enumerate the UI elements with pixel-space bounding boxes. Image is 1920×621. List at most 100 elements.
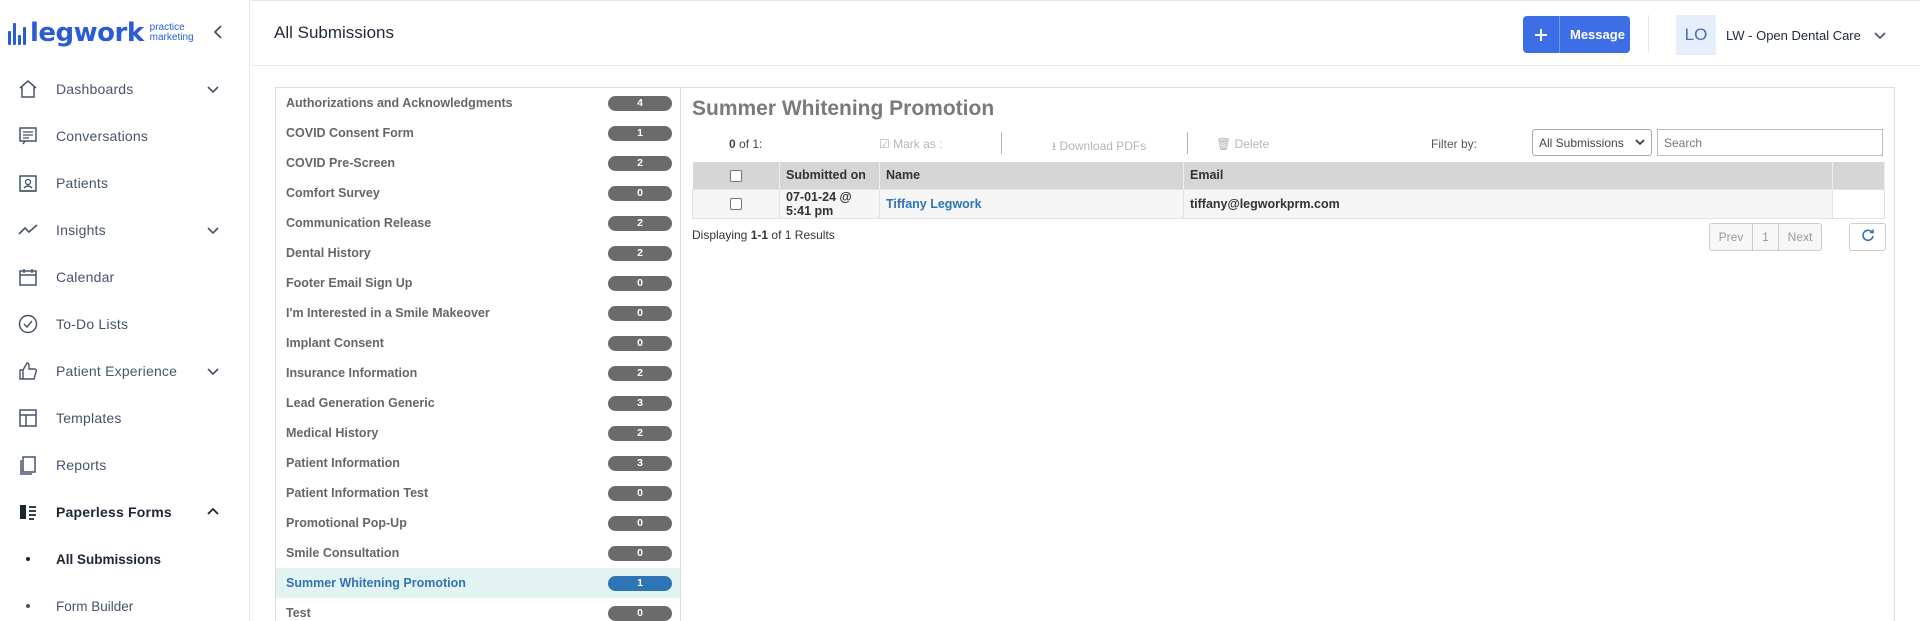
form-count-badge: 0 bbox=[608, 305, 672, 321]
sidebar-item-patient-experience[interactable]: Patient Experience bbox=[0, 351, 249, 391]
form-name: COVID Consent Form bbox=[286, 126, 414, 140]
sidebar-item-templates[interactable]: Templates bbox=[0, 398, 249, 438]
form-list-item[interactable]: Implant Consent 0 bbox=[276, 328, 680, 358]
chevron-down-icon[interactable] bbox=[205, 81, 221, 97]
refresh-icon bbox=[1861, 228, 1875, 247]
chevron-up-icon[interactable] bbox=[205, 504, 221, 520]
form-name: Comfort Survey bbox=[286, 186, 380, 200]
form-name: Dental History bbox=[286, 246, 371, 260]
submissions-table: Submitted on Name Email 07-01-24 @ 5:41 … bbox=[692, 162, 1885, 219]
collapse-sidebar-icon[interactable] bbox=[208, 22, 228, 42]
form-list-item[interactable]: Patient Information Test 0 bbox=[276, 478, 680, 508]
form-list-item[interactable]: Footer Email Sign Up 0 bbox=[276, 268, 680, 298]
form-list-item[interactable]: Promotional Pop-Up 0 bbox=[276, 508, 680, 538]
account-name[interactable]: LW - Open Dental Care bbox=[1726, 28, 1861, 43]
message-button[interactable]: Message bbox=[1523, 16, 1630, 53]
sidebar-item-conversations[interactable]: Conversations bbox=[0, 116, 249, 156]
form-count-badge: 2 bbox=[608, 365, 672, 381]
search-input[interactable] bbox=[1657, 129, 1883, 156]
forms-icon bbox=[16, 500, 40, 524]
sidebar-item-insights[interactable]: Insights bbox=[0, 210, 249, 250]
mark-as-label: Mark as : bbox=[893, 137, 943, 151]
form-name: Lead Generation Generic bbox=[286, 396, 435, 410]
prev-page-button[interactable]: Prev bbox=[1710, 224, 1753, 250]
form-list-item[interactable]: COVID Consent Form 1 bbox=[276, 118, 680, 148]
chevron-down-icon[interactable] bbox=[205, 363, 221, 379]
sidebar-item-label: Paperless Forms bbox=[56, 504, 172, 520]
form-count-badge: 0 bbox=[608, 545, 672, 561]
template-icon bbox=[16, 406, 40, 430]
form-name: Footer Email Sign Up bbox=[286, 276, 413, 290]
sidebar-item-reports[interactable]: Reports bbox=[0, 445, 249, 485]
form-count-badge: 0 bbox=[608, 485, 672, 501]
form-count-badge: 1 bbox=[608, 575, 672, 591]
filter-select-value: All Submissions bbox=[1539, 135, 1624, 150]
form-list-item[interactable]: Test 0 bbox=[276, 598, 680, 621]
submissions-panel: Summer Whitening Promotion 0 of 1: ☑ Mar… bbox=[682, 88, 1896, 621]
select-all-checkbox[interactable] bbox=[729, 169, 742, 182]
sidebar-item-dashboards[interactable]: Dashboards bbox=[0, 69, 249, 109]
avatar[interactable]: LO bbox=[1676, 15, 1716, 55]
refresh-button[interactable] bbox=[1849, 223, 1886, 251]
download-pdfs-button[interactable]: ⭳ Download PDFs bbox=[1052, 137, 1146, 158]
form-name: Medical History bbox=[286, 426, 379, 440]
results-summary: Displaying 1-1 of 1 Results bbox=[692, 228, 835, 242]
mark-as-button[interactable]: ☑ Mark as : bbox=[879, 137, 942, 151]
form-name: Summer Whitening Promotion bbox=[286, 576, 466, 590]
form-name: Communication Release bbox=[286, 216, 432, 230]
sidebar-item-paperless-forms[interactable]: Paperless Forms bbox=[0, 492, 249, 532]
brand-tagline-line2: marketing bbox=[149, 32, 194, 43]
form-list-item[interactable]: Smile Consultation 0 bbox=[276, 538, 680, 568]
form-name: Authorizations and Acknowledgments bbox=[286, 96, 513, 110]
brand-name: legwork bbox=[30, 18, 144, 48]
brand-logo[interactable]: legwork practice marketing bbox=[8, 18, 194, 48]
form-list-item[interactable]: Authorizations and Acknowledgments 4 bbox=[276, 88, 680, 118]
filter-select[interactable]: All Submissions bbox=[1532, 129, 1652, 156]
sidebar-subitem-form-builder[interactable]: Form Builder bbox=[0, 591, 249, 621]
form-list-item-active[interactable]: Summer Whitening Promotion 1 bbox=[276, 568, 680, 598]
delete-label: Delete bbox=[1234, 137, 1270, 151]
form-list-item[interactable]: I'm Interested in a Smile Makeover 0 bbox=[276, 298, 680, 328]
sidebar-item-todo-lists[interactable]: To-Do Lists bbox=[0, 304, 249, 344]
form-count-badge: 0 bbox=[608, 185, 672, 201]
form-name: COVID Pre-Screen bbox=[286, 156, 396, 170]
form-list-item[interactable]: Dental History 2 bbox=[276, 238, 680, 268]
sidebar-item-calendar[interactable]: Calendar bbox=[0, 257, 249, 297]
sidebar-subitem-all-submissions[interactable]: All Submissions bbox=[0, 544, 249, 574]
row-checkbox[interactable] bbox=[730, 198, 742, 211]
chevron-down-icon[interactable] bbox=[205, 222, 221, 238]
name-link[interactable]: Tiffany Legwork bbox=[879, 188, 1184, 219]
sidebar-item-label: Reports bbox=[56, 457, 107, 473]
column-header[interactable]: Submitted on bbox=[779, 162, 880, 189]
form-list-item[interactable]: Medical History 2 bbox=[276, 418, 680, 448]
column-header[interactable]: Email bbox=[1183, 162, 1833, 189]
chevron-down-icon[interactable] bbox=[1872, 27, 1888, 43]
form-count-badge: 2 bbox=[608, 425, 672, 441]
form-list-item[interactable]: Patient Information 3 bbox=[276, 448, 680, 478]
brand-tagline: practice marketing bbox=[150, 23, 194, 43]
column-header-spacer bbox=[1832, 162, 1885, 189]
sidebar-subitem-label: All Submissions bbox=[56, 551, 162, 567]
logo-bars-icon bbox=[8, 21, 26, 45]
column-header[interactable]: Name bbox=[879, 162, 1184, 189]
table-row[interactable]: 07-01-24 @ 5:41 pm Tiffany Legwork tiffa… bbox=[692, 188, 1885, 219]
form-list-item[interactable]: Communication Release 2 bbox=[276, 208, 680, 238]
form-list-item[interactable]: COVID Pre-Screen 2 bbox=[276, 148, 680, 178]
sidebar-item-patients[interactable]: Patients bbox=[0, 163, 249, 203]
form-list-item[interactable]: Insurance Information 2 bbox=[276, 358, 680, 388]
form-name: Test bbox=[286, 606, 311, 620]
form-count-badge: 0 bbox=[608, 515, 672, 531]
page-number-button[interactable]: 1 bbox=[1753, 224, 1779, 250]
form-list-item[interactable]: Lead Generation Generic 3 bbox=[276, 388, 680, 418]
email-cell: tiffany@legworkprm.com bbox=[1183, 188, 1833, 219]
row-select-cell bbox=[692, 188, 780, 219]
form-name: Patient Information bbox=[286, 456, 400, 470]
plus-icon bbox=[1523, 16, 1560, 53]
delete-button[interactable]: 🗑 Delete bbox=[1216, 137, 1269, 151]
page-title: All Submissions bbox=[274, 23, 394, 42]
toolbar-divider bbox=[1001, 132, 1002, 154]
calendar-icon bbox=[16, 265, 40, 289]
next-page-button[interactable]: Next bbox=[1779, 224, 1821, 250]
form-list-item[interactable]: Comfort Survey 0 bbox=[276, 178, 680, 208]
download-icon: ⭳ bbox=[1052, 139, 1057, 153]
